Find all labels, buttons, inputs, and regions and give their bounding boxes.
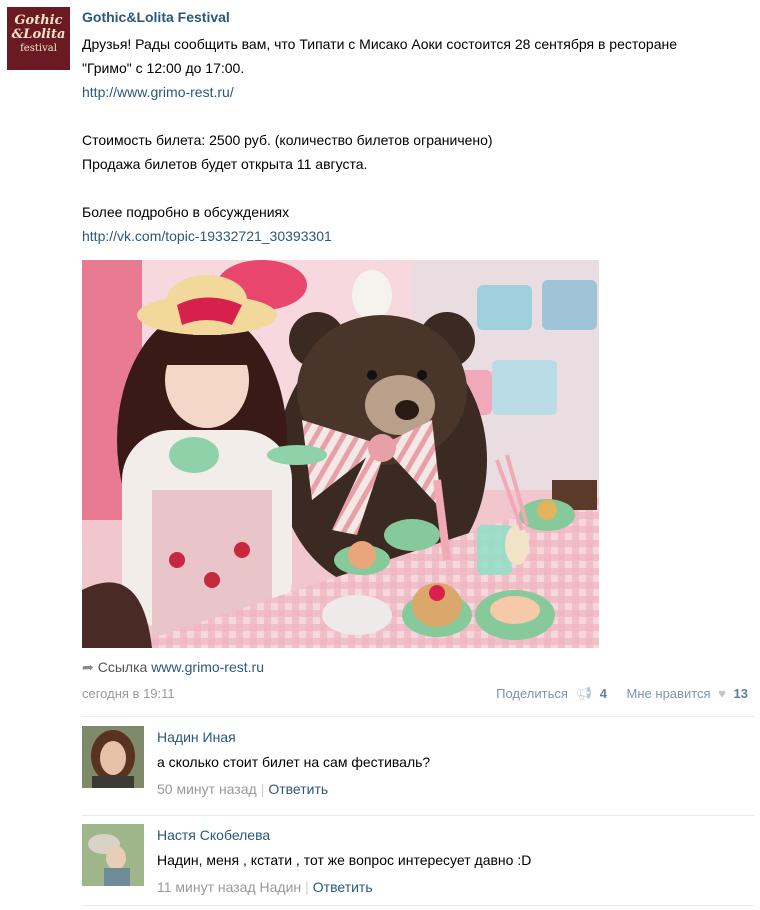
- heart-icon: ♥: [718, 686, 726, 701]
- post-link[interactable]: http://vk.com/topic-19332721_30393301: [82, 228, 332, 244]
- post-line: "Гримо" с 12:00 до 17:00.: [82, 60, 245, 76]
- reply-button[interactable]: Ответить: [313, 879, 373, 895]
- like-count: 13: [733, 686, 748, 701]
- avatar[interactable]: [82, 824, 144, 886]
- arrow-link-icon: ➦: [82, 659, 94, 675]
- attached-link-url[interactable]: www.grimo-rest.ru: [151, 659, 264, 675]
- post-photo[interactable]: [82, 260, 599, 648]
- post-link[interactable]: http://www.grimo-rest.ru/: [82, 84, 234, 100]
- logo-line: &Lolita: [11, 27, 66, 42]
- post-author[interactable]: Gothic&Lolita Festival: [82, 9, 230, 25]
- group-avatar[interactable]: Gothic &Lolita festival: [7, 7, 70, 70]
- post-line: Друзья! Рады сообщить вам, что Типати с …: [82, 36, 678, 52]
- share-label: Поделиться: [496, 686, 568, 701]
- comment-text: Надин, меня , кстати , тот же вопрос инт…: [157, 852, 532, 868]
- comment: Настя Скобелева Надин, меня , кстати , т…: [82, 824, 754, 904]
- post-line: Продажа билетов будет открыта 11 августа…: [82, 156, 368, 172]
- comment-text: а сколько стоит билет на сам фестиваль?: [157, 754, 431, 770]
- divider: [82, 716, 754, 717]
- post-date[interactable]: сегодня в 19:11: [82, 686, 175, 701]
- comment-time[interactable]: 11 минут назад: [157, 879, 256, 895]
- comment-meta: 11 минут назад Надин | Ответить: [157, 879, 373, 895]
- megaphone-icon: 📢︎: [575, 686, 593, 701]
- divider: [82, 815, 754, 816]
- comment-meta: 50 минут назад | Ответить: [157, 781, 329, 797]
- comment-time[interactable]: 50 минут назад: [157, 781, 257, 797]
- like-label: Мне нравится: [626, 686, 711, 701]
- post-actions: Поделиться 📢︎ 4 Мне нравится ♥ 13: [488, 686, 748, 702]
- photo-image: [82, 260, 599, 648]
- attached-link[interactable]: ➦ Ссылка www.grimo-rest.ru: [82, 659, 264, 676]
- logo-line: Gothic: [14, 13, 63, 28]
- reply-to[interactable]: Надин: [260, 879, 302, 895]
- avatar-image: [82, 726, 144, 788]
- attached-link-prefix: Ссылка: [97, 659, 148, 675]
- post-text: Друзья! Рады сообщить вам, что Типати с …: [82, 32, 742, 248]
- comment-author[interactable]: Надин Иная: [157, 729, 236, 745]
- post-line: Более подробно в обсуждениях: [82, 204, 290, 220]
- share-count: 4: [599, 686, 607, 701]
- share-button[interactable]: Поделиться 📢︎ 4: [492, 686, 610, 701]
- reply-button[interactable]: Ответить: [268, 781, 328, 797]
- comment: Надин Иная а сколько стоит билет на сам …: [82, 726, 754, 806]
- comment-author[interactable]: Настя Скобелева: [157, 827, 270, 843]
- post-line: Стоимость билета: 2500 руб. (количество …: [82, 132, 493, 148]
- avatar[interactable]: [82, 726, 144, 788]
- like-button[interactable]: Мне нравится ♥ 13: [623, 686, 748, 701]
- avatar-image: [82, 824, 144, 886]
- divider: [82, 905, 754, 906]
- post-meta: сегодня в 19:11 Поделиться 📢︎ 4 Мне нрав…: [82, 686, 748, 706]
- logo-line: festival: [20, 43, 57, 54]
